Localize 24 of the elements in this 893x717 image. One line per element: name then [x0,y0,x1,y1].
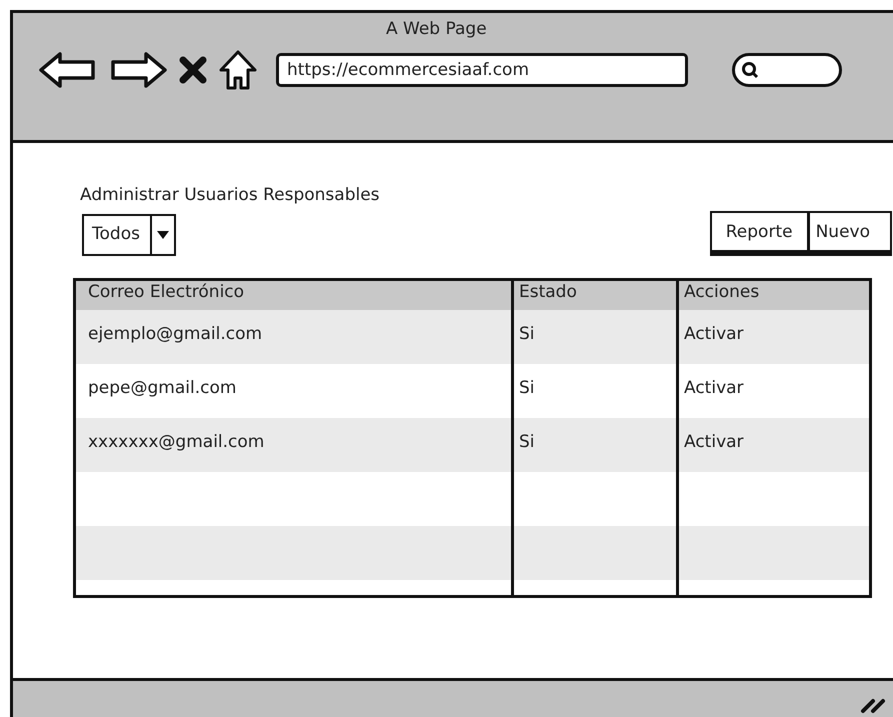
caret-icon [156,231,169,239]
table-cell: Si [512,364,678,418]
table-cell: pepe@gmail.com [74,364,512,418]
action-link[interactable]: Activar [678,310,870,364]
column-header: Acciones [678,280,870,310]
window-title: A Web Page [386,19,487,39]
column-header: Estado [512,280,678,310]
action-button[interactable]: Nuevo [810,213,890,250]
action-link[interactable]: Activar [678,418,870,472]
close-icon[interactable] [178,55,208,85]
action-button[interactable]: Reporte [712,213,807,250]
action-link[interactable]: Activar [678,364,870,418]
column-header: Correo Electrónico [74,280,512,310]
table-cell: xxxxxxx@gmail.com [74,418,512,472]
table-cell: Si [512,418,678,472]
home-icon[interactable] [218,49,258,91]
url-field[interactable]: https://ecommercesiaaf.com [276,53,688,87]
search-field[interactable] [732,53,842,87]
search-icon [741,61,759,79]
table-cell: Si [512,310,678,364]
back-arrow-icon[interactable] [38,50,98,90]
table-cell: ejemplo@gmail.com [74,310,512,364]
page-heading: Administrar Usuarios Responsables [80,185,380,205]
filter-dropdown[interactable]: Todos [82,214,176,256]
